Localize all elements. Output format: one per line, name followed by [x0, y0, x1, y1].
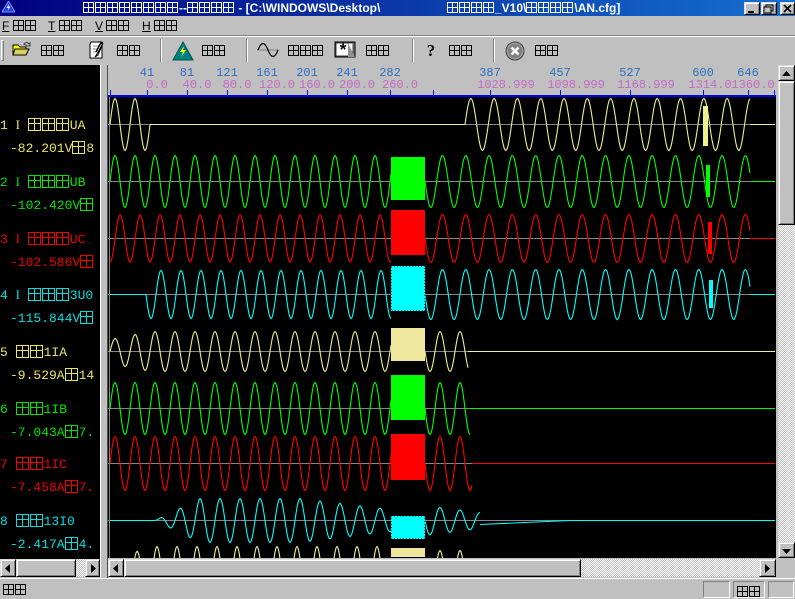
svg-text:*: *: [340, 41, 347, 58]
svg-text:?: ?: [427, 41, 436, 59]
